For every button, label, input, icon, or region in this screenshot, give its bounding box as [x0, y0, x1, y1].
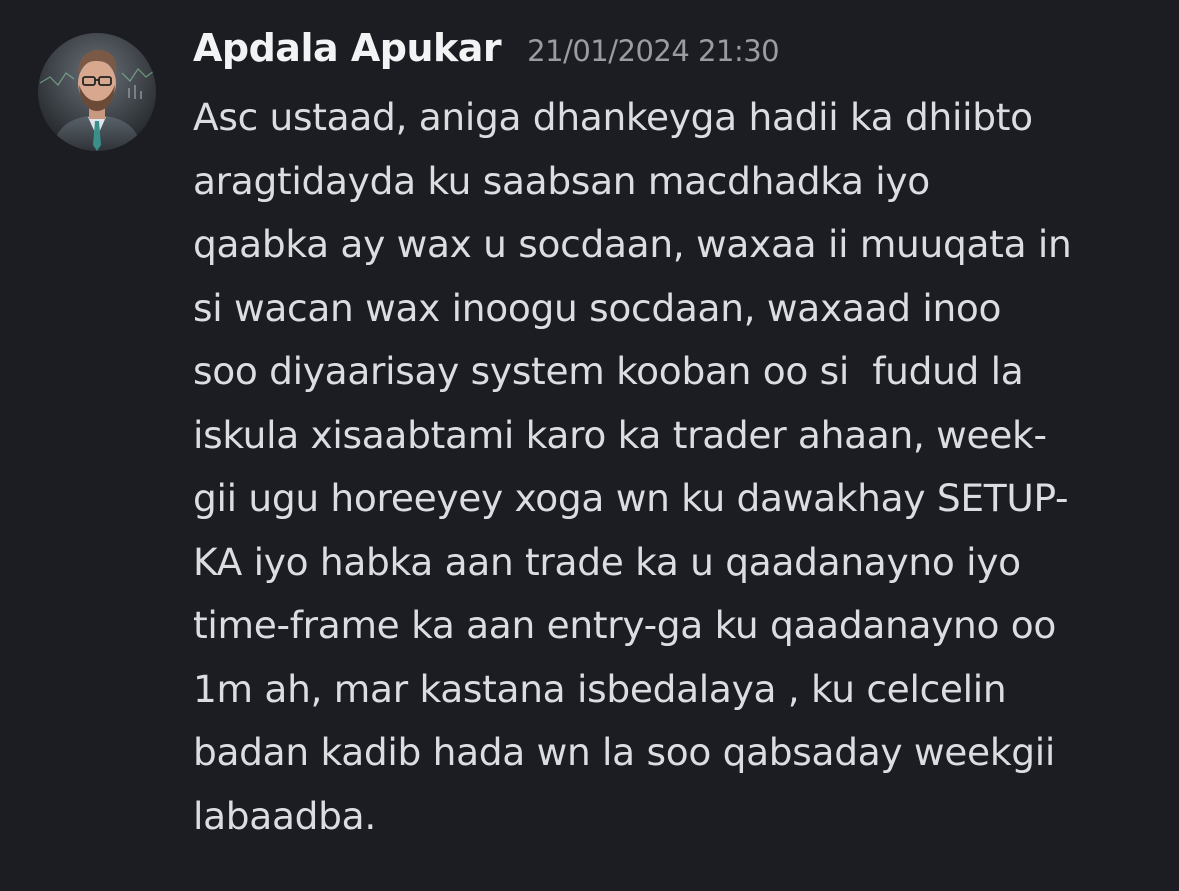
username[interactable]: Apdala Apukar	[193, 26, 502, 70]
message-timestamp: 21/01/2024 21:30	[527, 34, 780, 68]
message-line: KA iyo habka aan trade ka u qaadanayno i…	[193, 539, 1021, 584]
avatar-image-icon	[38, 33, 156, 151]
message-line: soo diyaarisay system kooban oo si fudud…	[193, 349, 1024, 393]
message-line: Asc ustaad, aniga dhankeyga hadii ka dhi…	[193, 95, 1033, 139]
message-line: time-frame ka aan entry-ga ku qaadanayno…	[193, 603, 1057, 647]
message-line: gii ugu horeeyey xoga wn ku dawakhay SET…	[193, 476, 1069, 520]
message-line: iskula xisaabtami karo ka trader ahaan, …	[193, 412, 1047, 457]
message-line: badan kadib hada wn la soo qabsaday week…	[193, 730, 1055, 774]
message-line: si wacan wax inoogu socdaan, waxaad inoo	[193, 285, 1002, 330]
user-avatar[interactable]	[38, 33, 156, 151]
message-line: labaadba.	[193, 793, 376, 838]
message-line: aragtidayda ku saabsan macdhadka iyo	[193, 158, 930, 203]
chat-message: Apdala Apukar 21/01/2024 21:30 Asc ustaa…	[0, 0, 1179, 891]
message-line: 1m ah, mar kastana isbedalaya , ku celce…	[193, 666, 1007, 711]
message-line: qaabka ay wax u socdaan, waxaa ii muuqat…	[193, 222, 1072, 266]
message-header: Apdala Apukar 21/01/2024 21:30	[193, 26, 780, 82]
message-content: Asc ustaad, aniga dhankeyga hadii ka dhi…	[193, 86, 1153, 848]
